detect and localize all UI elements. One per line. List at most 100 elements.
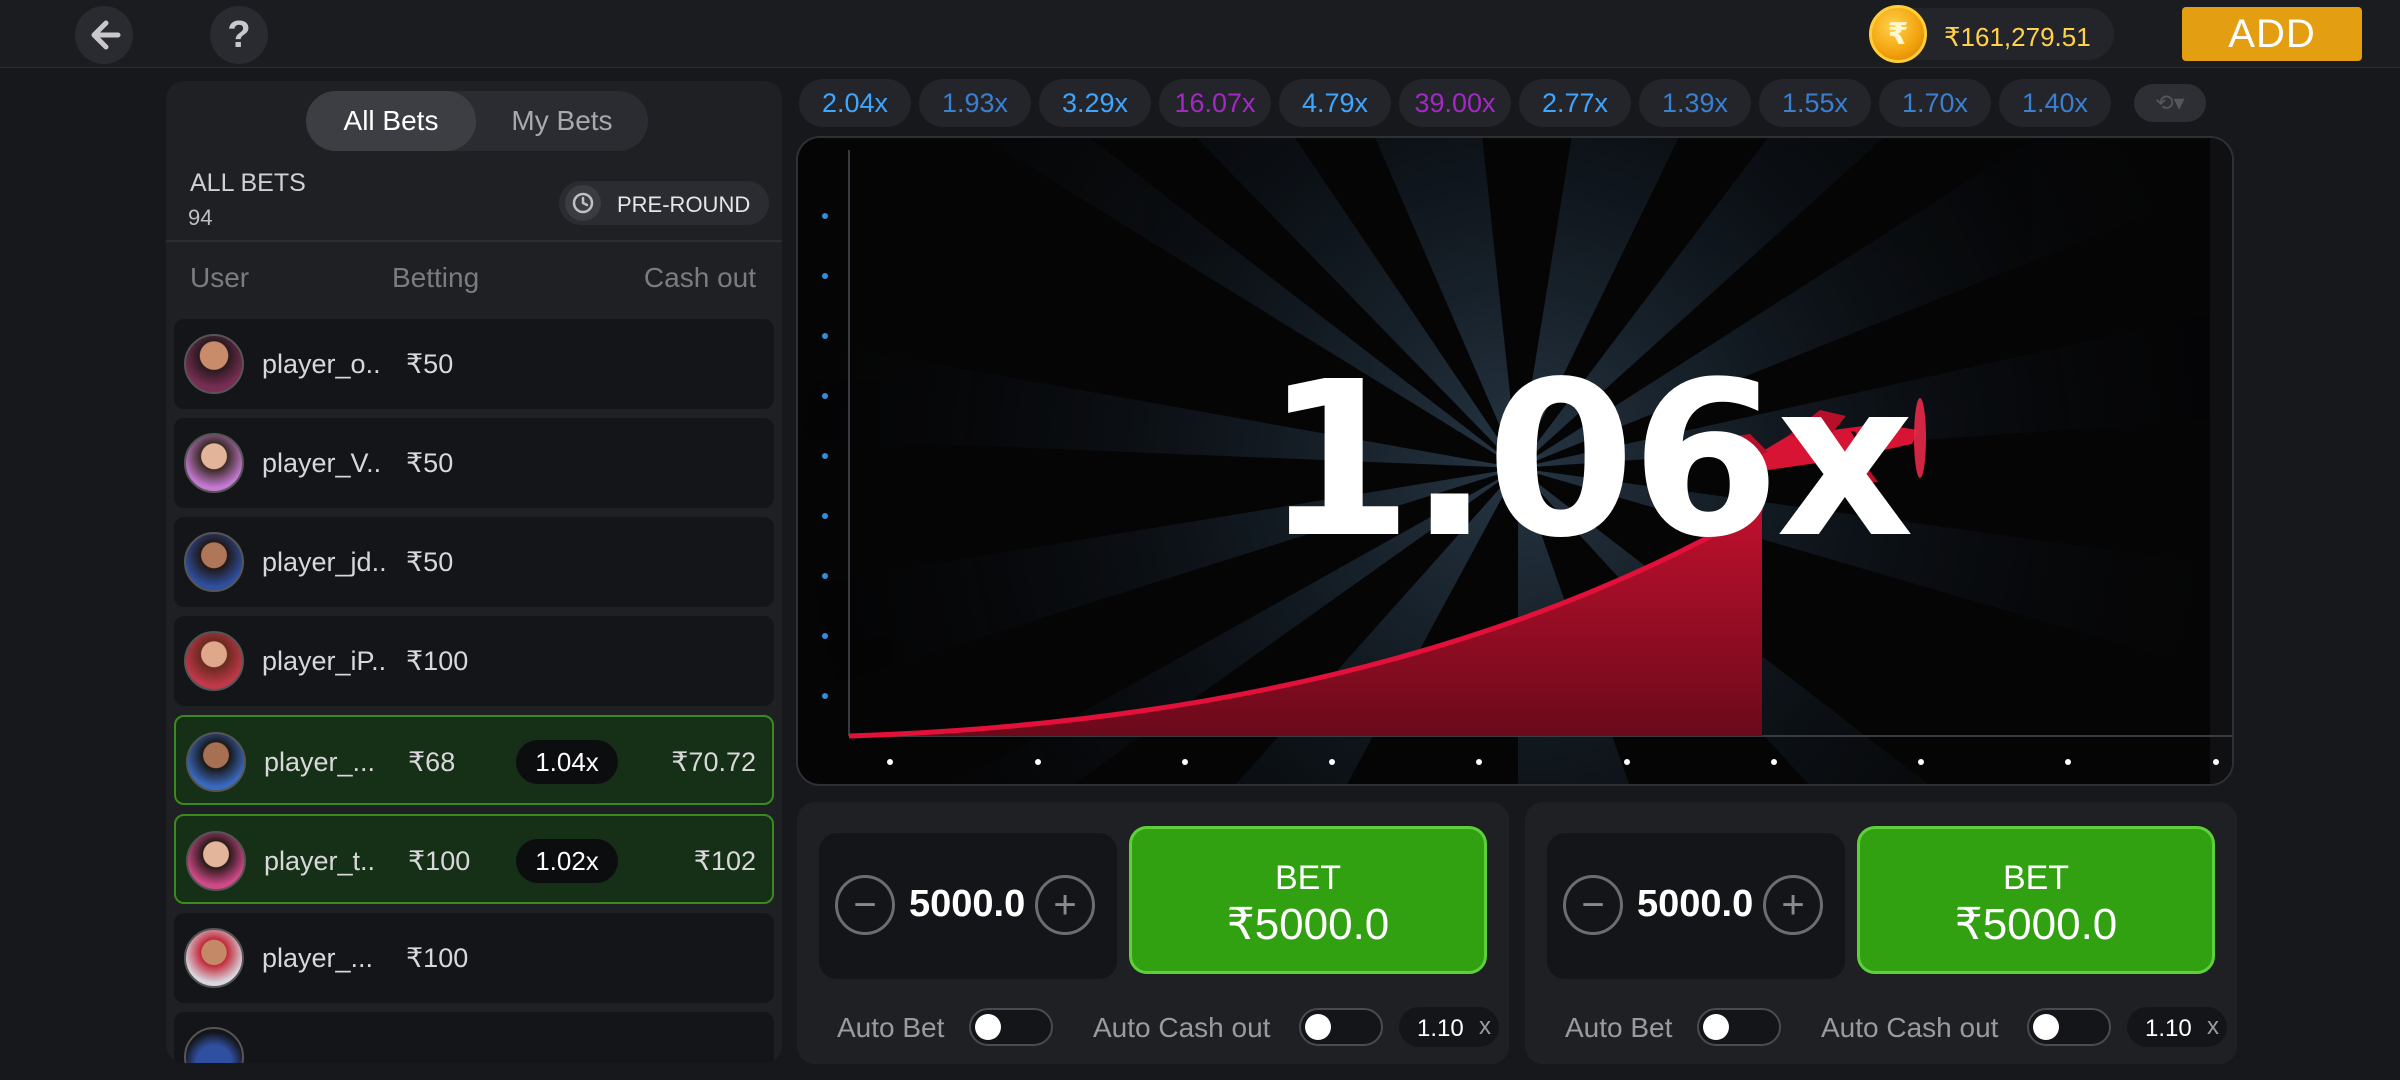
tab-my-bets[interactable]: My Bets <box>476 91 648 151</box>
pre-round-button[interactable]: PRE-ROUND <box>559 181 769 225</box>
tab-all-bets[interactable]: All Bets <box>306 91 476 151</box>
history-multiplier[interactable]: 2.04x <box>799 79 911 127</box>
bet-amount: ₹50 <box>406 448 454 478</box>
history-multiplier[interactable]: 1.93x <box>919 79 1031 127</box>
all-bets-count: 94 <box>188 205 213 230</box>
history-dropdown-icon: ⟲▾ <box>2155 90 2185 115</box>
history-value: 4.79x <box>1301 87 1369 118</box>
question-icon: ? <box>227 13 251 56</box>
history-multiplier[interactable]: 1.55x <box>1759 79 1871 127</box>
bet-button[interactable]: BET ₹5000.0 <box>1129 826 1487 974</box>
table-row: player_... ₹100 <box>174 913 774 1003</box>
bet-button[interactable]: BET ₹5000.0 <box>1857 826 2215 974</box>
player-name: player_iP.. <box>262 646 387 676</box>
history-multiplier[interactable]: 2.77x <box>1519 79 1631 127</box>
bet-amount: ₹50 <box>406 547 454 577</box>
player-name: player_o.. <box>262 349 381 379</box>
add-funds-button[interactable]: ADD <box>2182 7 2362 61</box>
current-multiplier: 1.06x <box>1264 336 1914 585</box>
game-canvas: X 1.06x <box>796 136 2234 786</box>
auto-bet-label: Auto Bet <box>837 1012 945 1043</box>
increase-stake-button[interactable]: + <box>1763 875 1823 935</box>
bet-panel-1: − 5000.0 + BET ₹5000.0 Auto Bet Auto Cas… <box>797 802 1509 1064</box>
bets-tabs: All Bets My Bets <box>306 91 648 151</box>
player-name: player_jd.. <box>262 547 387 577</box>
history-value: 1.93x <box>941 87 1009 118</box>
multiplier-x: x <box>2207 1013 2219 1040</box>
player-name: player_... <box>262 943 374 973</box>
cashout-amount: ₹70.72 <box>671 747 756 777</box>
bet-button-amount: ₹5000.0 <box>1226 900 1390 949</box>
decrease-stake-button[interactable]: − <box>835 875 895 935</box>
history-value: 1.55x <box>1781 87 1849 118</box>
auto-cashout-value-field[interactable]: 1.10 x <box>1399 1007 1499 1047</box>
table-row: player_iP.. ₹100 <box>174 616 774 706</box>
cashout-multiplier: 1.04x <box>516 740 618 784</box>
toggle-knob <box>1703 1014 1729 1040</box>
bet-amount: ₹100 <box>406 943 469 973</box>
history-multiplier[interactable]: 3.29x <box>1039 79 1151 127</box>
toggle-knob <box>1305 1014 1331 1040</box>
history-multiplier[interactable]: 1.39x <box>1639 79 1751 127</box>
history-value: 1.40x <box>2021 87 2089 118</box>
table-row: player_V.. ₹50 <box>174 418 774 508</box>
auto-bet-toggle[interactable] <box>1697 1008 1781 1046</box>
stake-value[interactable]: 5000.0 <box>909 883 1025 926</box>
auto-cashout-toggle[interactable] <box>2027 1008 2111 1046</box>
avatar <box>186 831 246 891</box>
avatar <box>184 631 244 691</box>
avatar <box>184 532 244 592</box>
top-bar: ? ₹ ₹161,279.51 ADD <box>0 0 2400 68</box>
divider <box>166 240 782 242</box>
pre-round-label: PRE-ROUND <box>617 192 751 217</box>
stake-stepper: − 5000.0 + <box>1547 833 1845 979</box>
auto-cashout-toggle[interactable] <box>1299 1008 1383 1046</box>
history-value: 16.07x <box>1174 87 1256 118</box>
auto-cashout-label: Auto Cash out <box>1821 1012 1999 1043</box>
history-value: 2.04x <box>821 87 889 118</box>
bet-amount: ₹68 <box>408 747 456 777</box>
history-multiplier[interactable]: 16.07x <box>1159 79 1271 127</box>
all-bets-heading: ALL BETS <box>190 169 306 197</box>
balance-amount: ₹161,279.51 <box>1944 22 2091 52</box>
table-row-cashed-out: player_... ₹68 1.04x ₹70.72 <box>174 715 774 805</box>
avatar <box>184 1027 244 1063</box>
column-header-betting: Betting <box>392 262 480 293</box>
history-multiplier[interactable]: 1.70x <box>1879 79 1991 127</box>
increase-stake-button[interactable]: + <box>1035 875 1095 935</box>
player-name: player_... <box>264 747 376 777</box>
cashout-multiplier: 1.02x <box>516 839 618 883</box>
minus-icon: − <box>853 882 877 927</box>
plus-icon: + <box>1781 882 1805 927</box>
auto-cashout-value: 1.10 <box>1417 1015 1464 1042</box>
avatar <box>184 928 244 988</box>
avatar <box>184 334 244 394</box>
auto-bet-toggle[interactable] <box>969 1008 1053 1046</box>
help-button[interactable]: ? <box>210 6 268 64</box>
history-multiplier[interactable]: 4.79x <box>1279 79 1391 127</box>
decrease-stake-button[interactable]: − <box>1563 875 1623 935</box>
history-multiplier[interactable]: 39.00x <box>1399 79 1511 127</box>
history-value: 1.70x <box>1901 87 1969 118</box>
multiplier-x: x <box>1479 1013 1491 1040</box>
aviator-game-screen: ? ₹ ₹161,279.51 ADD All Bets My Bets ALL… <box>0 0 2400 1080</box>
bet-button-label: BET <box>2002 859 2070 897</box>
table-row: player_jd.. ₹50 <box>174 517 774 607</box>
auto-cashout-value: 1.10 <box>2145 1015 2192 1042</box>
auto-cashout-value-field[interactable]: 1.10 x <box>2127 1007 2227 1047</box>
bet-panel-2: − 5000.0 + BET ₹5000.0 Auto Bet Auto Cas… <box>1525 802 2237 1064</box>
bet-button-label: BET <box>1274 859 1342 897</box>
bet-amount: ₹50 <box>406 349 454 379</box>
player-name: player_V.. <box>262 448 382 478</box>
stake-value[interactable]: 5000.0 <box>1637 883 1753 926</box>
history-icon <box>565 185 601 221</box>
minus-icon: − <box>1581 882 1605 927</box>
history-value: 1.39x <box>1661 87 1729 118</box>
column-header-user: User <box>190 262 250 293</box>
history-dropdown-button[interactable]: ⟲▾ <box>2134 84 2206 122</box>
avatar <box>184 433 244 493</box>
history-multiplier[interactable]: 1.40x <box>1999 79 2111 127</box>
stake-stepper: − 5000.0 + <box>819 833 1117 979</box>
back-button[interactable] <box>75 6 133 64</box>
history-value: 39.00x <box>1414 87 1496 118</box>
